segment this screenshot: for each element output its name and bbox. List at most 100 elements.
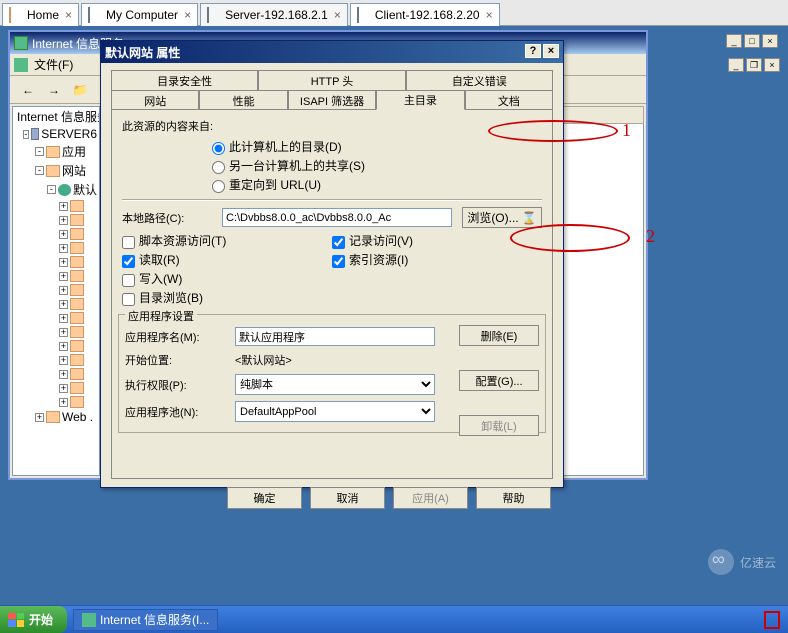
folder-icon [70,340,84,352]
tray-highlight [764,611,780,629]
start-button[interactable]: 开始 [0,606,67,633]
tab-home-directory[interactable]: 主目录 [376,90,464,110]
minimize-button[interactable]: _ [726,34,742,48]
system-tray[interactable] [764,606,788,633]
folder-icon [70,256,84,268]
app-settings-title: 应用程序设置 [125,308,197,324]
tab-custom-errors[interactable]: 自定义错误 [406,70,553,90]
child-minimize-button[interactable]: _ [728,58,744,72]
hourglass-icon: ⌛ [522,211,537,225]
local-path-label: 本地路径(C): [122,210,222,226]
expand-icon[interactable]: + [59,356,68,365]
tab-http-headers[interactable]: HTTP 头 [258,70,405,90]
pc-icon [88,7,90,23]
expand-icon[interactable]: + [59,328,68,337]
check-write[interactable] [122,274,135,287]
radio-redirect[interactable] [212,180,225,193]
expand-icon[interactable]: + [59,216,68,225]
config-button[interactable]: 配置(G)... [459,370,539,391]
exec-perm-select[interactable]: 纯脚本 [235,374,435,395]
check-read[interactable] [122,255,135,268]
check-dir-browse[interactable] [122,293,135,306]
tab-documents[interactable]: 文档 [465,90,553,110]
check-read-label: 读取(R) [139,253,180,267]
expand-icon[interactable]: - [35,147,44,156]
app-pool-label: 应用程序池(N): [125,404,235,420]
expand-icon[interactable]: + [59,244,68,253]
app-name-label: 应用程序名(M): [125,329,235,345]
expand-icon[interactable]: + [59,230,68,239]
maximize-button[interactable]: □ [744,34,760,48]
windows-logo-icon [8,613,24,627]
tabs-row-top: 目录安全性 HTTP 头 自定义错误 [111,69,553,89]
check-dirbrowse-label: 目录浏览(B) [139,291,203,305]
apply-button: 应用(A) [393,487,468,509]
tab-website[interactable]: 网站 [111,90,199,110]
tab-server[interactable]: Server-192.168.2.1× [200,3,348,26]
expand-icon[interactable]: + [59,258,68,267]
child-close-button[interactable]: × [764,58,780,72]
child-restore-button[interactable]: ❐ [746,58,762,72]
help-button[interactable]: ? [525,44,541,58]
browse-button[interactable]: 浏览(O)... ⌛ [462,207,542,228]
server-icon [31,128,39,140]
radio-share[interactable] [212,161,225,174]
cancel-button[interactable]: 取消 [310,487,385,509]
check-index[interactable] [332,255,345,268]
check-log-visits[interactable] [332,236,345,249]
tab-mycomputer[interactable]: My Computer× [81,3,198,26]
app-pool-select[interactable]: DefaultAppPool [235,401,435,422]
expand-icon[interactable]: + [59,272,68,281]
check-script-access[interactable] [122,236,135,249]
expand-icon[interactable]: + [59,314,68,323]
close-icon[interactable]: × [334,8,341,22]
expand-icon[interactable]: + [59,398,68,407]
app-settings-group: 应用程序设置 删除(E) 配置(G)... 卸载(L) 应用程序名(M): 开始… [118,314,546,433]
iis-tree[interactable]: Internet 信息服务 -SERVER6 -应用 -网站 -默认 + + +… [12,106,100,476]
close-button[interactable]: × [543,44,559,58]
dialog-buttons: 确定 取消 应用(A) 帮助 [101,487,563,519]
ok-button[interactable]: 确定 [227,487,302,509]
tab-performance[interactable]: 性能 [199,90,287,110]
expand-icon[interactable]: - [47,185,56,194]
folder-icon [70,284,84,296]
radio-redirect-label: 重定向到 URL(U) [229,178,321,192]
client-icon [357,7,359,23]
radio-share-label: 另一台计算机上的共享(S) [229,159,365,173]
expand-icon[interactable]: + [59,300,68,309]
folder-icon [46,146,60,158]
close-icon[interactable]: × [486,8,493,22]
expand-icon[interactable]: + [35,413,44,422]
close-button[interactable]: × [762,34,778,48]
help-button[interactable]: 帮助 [476,487,551,509]
expand-icon[interactable]: + [59,370,68,379]
unload-button: 卸载(L) [459,415,539,436]
delete-button[interactable]: 删除(E) [459,325,539,346]
forward-button[interactable]: → [42,79,66,101]
folder-icon [70,312,84,324]
exec-perm-label: 执行权限(P): [125,377,235,393]
check-script-label: 脚本资源访问(T) [139,234,226,248]
close-icon[interactable]: × [184,8,191,22]
local-path-input[interactable] [222,208,452,227]
tab-client[interactable]: Client-192.168.2.20× [350,3,500,26]
up-button[interactable]: 📁 [68,79,92,101]
expand-icon[interactable]: + [59,286,68,295]
app-name-input[interactable] [235,327,435,346]
expand-icon[interactable]: - [35,166,44,175]
dialog-titlebar[interactable]: 默认网站 属性 ? × [101,41,563,63]
iis-app-icon [14,58,28,72]
menu-file[interactable]: 文件(F) [34,56,73,73]
expand-icon[interactable]: - [23,130,29,139]
tab-isapi[interactable]: ISAPI 筛选器 [288,90,376,110]
expand-icon[interactable]: + [59,384,68,393]
tab-dir-security[interactable]: 目录安全性 [111,70,258,90]
taskbar-item-iis[interactable]: Internet 信息服务(I... [73,609,218,631]
back-button[interactable]: ← [16,79,40,101]
expand-icon[interactable]: + [59,202,68,211]
folder-icon [70,396,84,408]
radio-local-dir[interactable] [212,142,225,155]
tab-home[interactable]: Home× [2,3,79,26]
close-icon[interactable]: × [65,8,72,22]
expand-icon[interactable]: + [59,342,68,351]
